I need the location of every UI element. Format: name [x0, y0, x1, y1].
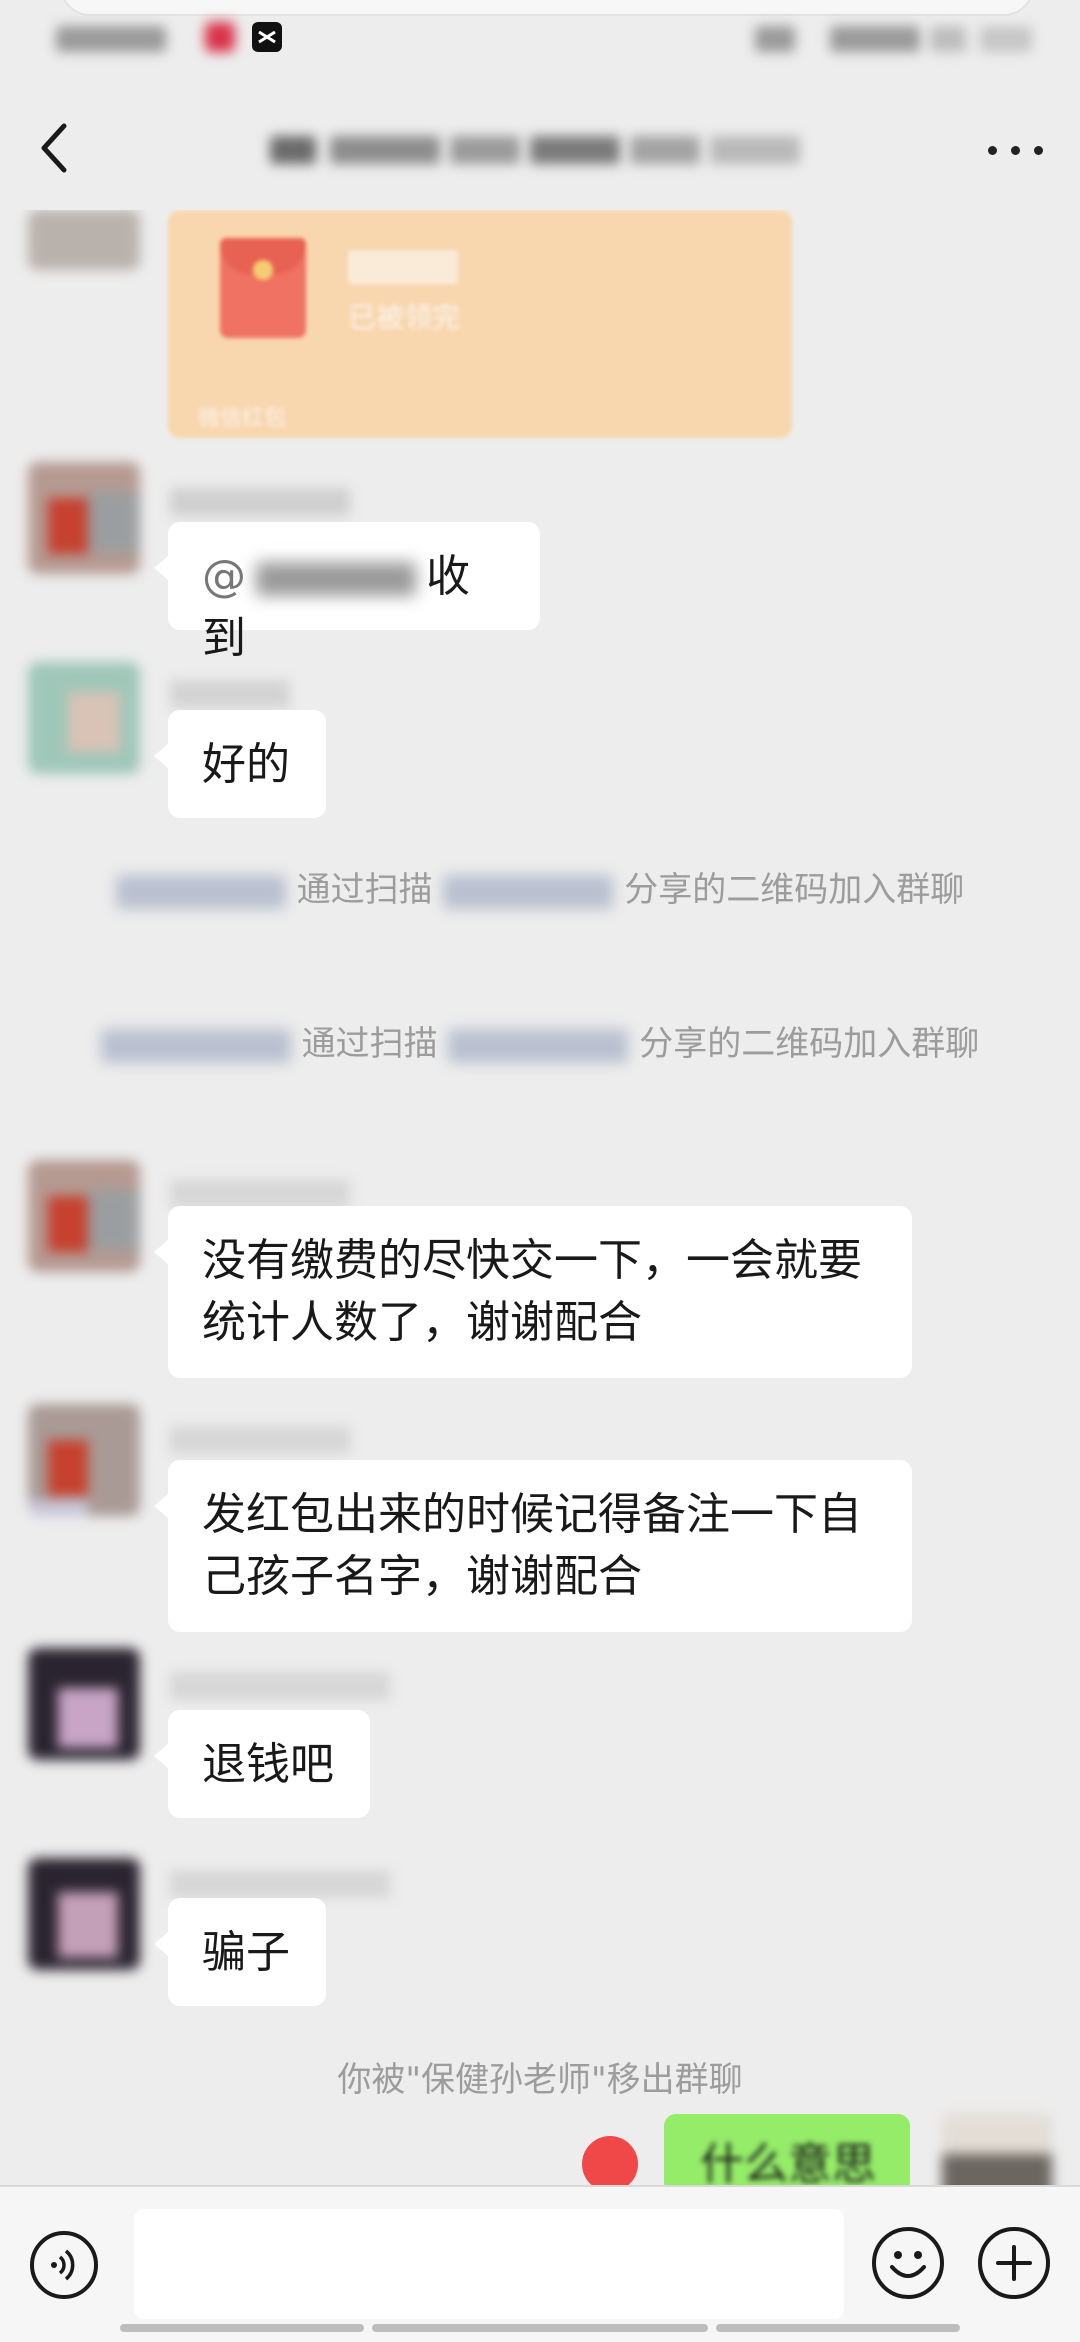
avatar[interactable] — [28, 662, 140, 774]
self-avatar[interactable] — [942, 2114, 1052, 2185]
message-bubble[interactable]: 退钱吧 — [154, 1710, 370, 1818]
avatar[interactable] — [28, 1160, 140, 1272]
message-text: 好的 — [202, 739, 290, 790]
chevron-left-icon[interactable] — [30, 118, 80, 178]
message-bubble[interactable]: @ 收到 — [154, 522, 540, 664]
message-bubble[interactable]: 好的 — [154, 710, 326, 818]
network-text — [830, 26, 920, 52]
message-text: 己孩子名字，谢谢配合 — [202, 1551, 642, 1602]
resend-icon[interactable] — [582, 2136, 638, 2185]
system-message-text: 通过扫描 — [296, 870, 433, 910]
capcut-icon — [252, 22, 282, 52]
avatar[interactable] — [28, 1648, 140, 1760]
group-title — [270, 130, 810, 170]
notification-pill — [60, 0, 1034, 16]
message-text: 退钱吧 — [202, 1739, 334, 1790]
input-bar — [0, 2185, 1080, 2342]
message-input[interactable] — [134, 2209, 844, 2319]
system-message: 通过扫描 分享的二维码加入群聊 — [70, 864, 1010, 916]
red-packet-footer: 微信红包 — [198, 406, 287, 431]
clock-text — [56, 26, 166, 52]
avatar[interactable] — [28, 210, 140, 270]
obscured-name — [448, 1028, 629, 1063]
app-icon-red — [205, 22, 235, 52]
sender-name — [170, 1426, 350, 1454]
ellipsis-icon[interactable] — [988, 140, 1044, 160]
system-message: 你被"保健孙老师"移出群聊 — [70, 2054, 1010, 2106]
mention-name — [256, 562, 416, 596]
sender-name — [170, 1870, 390, 1898]
system-message-suffix: 分享的二维码加入群聊 — [624, 870, 965, 910]
obscured-name — [443, 874, 614, 909]
emoji-icon[interactable] — [872, 2227, 944, 2299]
mention-at: @ — [202, 551, 246, 602]
self-message-bubble[interactable]: 什么意思 — [664, 2114, 910, 2185]
message-bubble[interactable]: 发红包出来的时候记得备注一下自 己孩子名字，谢谢配合 — [154, 1460, 912, 1632]
sender-name — [170, 488, 350, 516]
message-text: 骗子 — [202, 1927, 290, 1978]
wifi-icon — [930, 26, 966, 52]
sender-name — [170, 1672, 390, 1700]
system-message-text: 你被"保健孙老师"移出群聊 — [337, 2060, 743, 2100]
red-packet-status: 已被领完 — [348, 301, 461, 334]
signal-icon — [755, 26, 795, 52]
message-bubble[interactable]: 骗子 — [154, 1898, 326, 2006]
message-text: 发红包出来的时候记得备注一下自 — [202, 1489, 862, 1540]
chat-area[interactable]: 已被领完 微信红包 @ 收到 好的 通过扫描 分享的二维码加入群聊 通过扫描 分享… — [0, 210, 1080, 2185]
obscured-name — [100, 1028, 291, 1063]
message-text: 统计人数了，谢谢配合 — [202, 1297, 642, 1348]
obscured-name — [115, 874, 286, 909]
message-bubble[interactable]: 没有缴费的尽快交一下，一会就要 统计人数了，谢谢配合 — [154, 1206, 912, 1378]
avatar[interactable] — [28, 1858, 140, 1970]
message-text: 没有缴费的尽快交一下，一会就要 — [202, 1235, 862, 1286]
avatar[interactable] — [28, 1404, 140, 1516]
system-message-text: 通过扫描 — [301, 1024, 438, 1064]
nav-bar — [0, 80, 1080, 210]
home-indicator — [0, 2324, 1080, 2332]
red-packet-icon — [220, 238, 306, 338]
avatar[interactable] — [28, 462, 140, 574]
message-text: 什么意思 — [700, 2139, 876, 2185]
sender-name — [170, 1180, 350, 1208]
red-packet-card[interactable]: 已被领完 微信红包 — [168, 210, 792, 438]
battery-icon — [980, 26, 1032, 52]
sender-name — [170, 680, 290, 708]
system-message-suffix: 分享的二维码加入群聊 — [639, 1024, 980, 1064]
voice-icon[interactable] — [30, 2231, 98, 2299]
red-packet-title — [348, 250, 458, 284]
plus-icon[interactable] — [978, 2227, 1050, 2299]
system-message: 通过扫描 分享的二维码加入群聊 — [70, 1018, 1010, 1070]
status-bar — [0, 0, 1080, 80]
